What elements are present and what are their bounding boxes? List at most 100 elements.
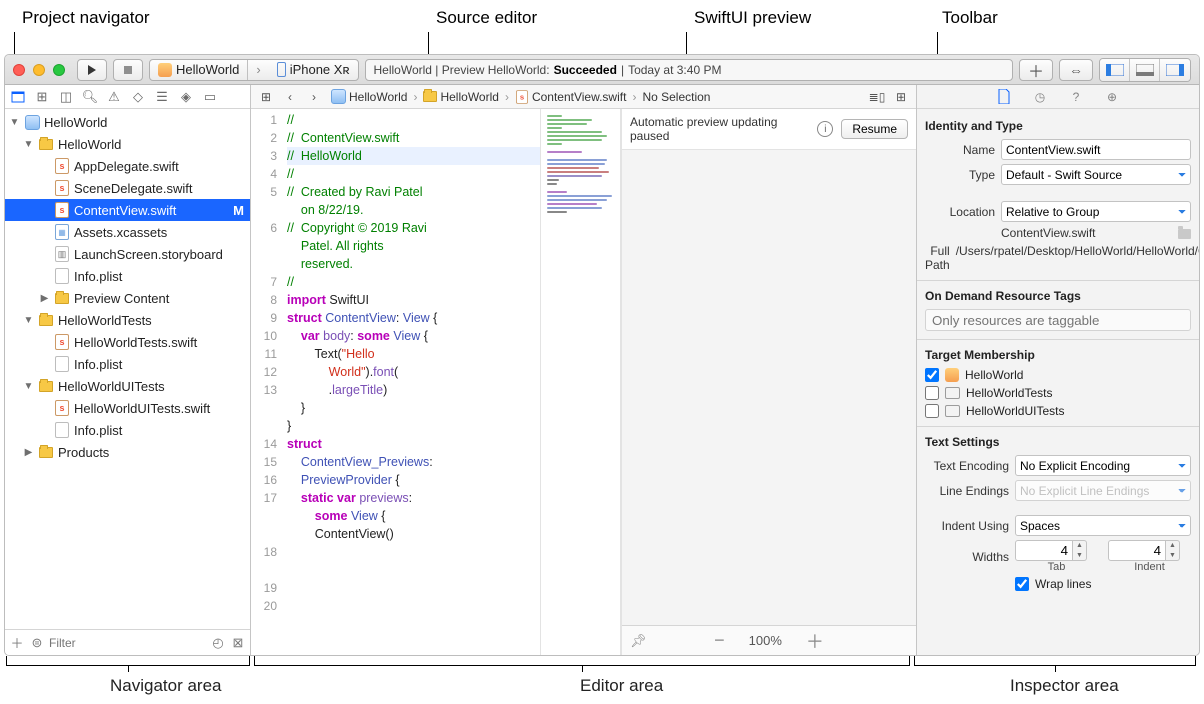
symbol-navigator-tab[interactable]: ◫ xyxy=(57,88,75,106)
zoom-level: 100% xyxy=(749,633,782,648)
file-name-field[interactable] xyxy=(1001,139,1191,160)
location-select[interactable]: Relative to Group xyxy=(1001,201,1191,222)
choose-folder-icon[interactable] xyxy=(1178,229,1191,239)
navigator-tabs: ⊞ ◫ 🔍︎ ⚠︎ ◇ ☰ ◈ ▭ xyxy=(5,85,250,109)
tree-item[interactable]: ▥LaunchScreen.storyboard xyxy=(5,243,250,265)
tree-item[interactable]: Info.plist xyxy=(5,265,250,287)
tree-group[interactable]: ▼HelloWorldTests xyxy=(5,309,250,331)
adjust-editor-icon[interactable]: ⊞ xyxy=(890,87,912,107)
code-review-button[interactable]: ⇔ xyxy=(1059,59,1093,81)
tree-item[interactable]: ▶Preview Content xyxy=(5,287,250,309)
breakpoint-navigator-tab[interactable]: ◈ xyxy=(177,88,195,106)
line-endings-select: No Explicit Line Endings xyxy=(1015,480,1191,501)
text-settings-header: Text Settings xyxy=(925,435,1191,449)
issue-navigator-tab[interactable]: ⚠︎ xyxy=(105,88,123,106)
text-encoding-select[interactable]: No Explicit Encoding xyxy=(1015,455,1191,476)
related-items-icon[interactable]: ⊞ xyxy=(255,87,277,107)
resume-button[interactable]: Resume xyxy=(841,119,908,139)
target-checkbox[interactable] xyxy=(925,386,939,400)
editor-area: ⊞ ‹ › HelloWorld› HelloWorld› ContentVie… xyxy=(251,85,917,655)
swift-file-icon xyxy=(55,400,69,416)
minimap[interactable] xyxy=(541,109,621,655)
ann-src-editor: Source editor xyxy=(436,8,537,28)
editor-options-icon[interactable]: ≣▯ xyxy=(866,87,888,107)
folder-icon xyxy=(39,139,53,150)
tree-item[interactable]: Info.plist xyxy=(5,419,250,441)
activity-status: Succeeded xyxy=(554,63,617,77)
tree-item[interactable]: Info.plist xyxy=(5,353,250,375)
forward-button[interactable]: › xyxy=(303,87,325,107)
target-row[interactable]: HelloWorldUITests xyxy=(925,404,1191,418)
library-button[interactable]: ＋ xyxy=(1019,59,1053,81)
indent-width-field[interactable] xyxy=(1108,540,1166,561)
close-window-icon[interactable] xyxy=(13,64,25,76)
help-inspector-tab[interactable]: ? xyxy=(1067,90,1085,104)
scheme-selector[interactable]: HelloWorld › iPhone Xʀ xyxy=(149,59,359,81)
zoom-in-button[interactable]: ＋ xyxy=(806,628,824,654)
tree-item[interactable]: HelloWorldUITests.swift xyxy=(5,397,250,419)
attributes-inspector-tab[interactable]: ⊕ xyxy=(1103,90,1121,104)
bundle-target-icon xyxy=(945,387,960,399)
back-button[interactable]: ‹ xyxy=(279,87,301,107)
tree-item[interactable]: ▦Assets.xcassets xyxy=(5,221,250,243)
tree-item-selected[interactable]: ContentView.swiftM xyxy=(5,199,250,221)
toggle-navigator-button[interactable] xyxy=(1100,59,1130,81)
wrap-lines-checkbox[interactable] xyxy=(1015,577,1029,591)
report-navigator-tab[interactable]: ▭ xyxy=(201,88,219,106)
full-path-text: /Users/rpatel/Desktop/HelloWorld/HelloWo… xyxy=(956,244,1199,259)
stop-button[interactable] xyxy=(113,59,143,81)
folder-icon xyxy=(39,315,53,326)
test-navigator-tab[interactable]: ◇ xyxy=(129,88,147,106)
location-file: ContentView.swift xyxy=(1001,226,1172,240)
source-editor[interactable]: 12345 6 78910111213 14151617 18 1920 ///… xyxy=(251,109,541,655)
line-number-gutter: 12345 6 78910111213 14151617 18 1920 xyxy=(251,109,283,655)
code-content[interactable]: //// ContentView.swift// HelloWorld//// … xyxy=(283,109,540,655)
target-row[interactable]: HelloWorld xyxy=(925,368,1191,382)
find-navigator-tab[interactable]: 🔍︎ xyxy=(81,88,99,106)
identity-section-header: Identity and Type xyxy=(925,119,1191,133)
tab-width-field[interactable] xyxy=(1015,540,1073,561)
source-control-tab[interactable]: ⊞ xyxy=(33,88,51,106)
debug-navigator-tab[interactable]: ☰ xyxy=(153,88,171,106)
ann-nav-area: Navigator area xyxy=(110,676,222,696)
info-icon[interactable]: i xyxy=(817,121,833,137)
ann-proj-nav: Project navigator xyxy=(22,8,150,28)
tree-item[interactable]: AppDelegate.swift xyxy=(5,155,250,177)
pin-icon[interactable]: 📌︎ xyxy=(630,633,647,649)
inspector-area: ◷ ? ⊕ Identity and Type Name TypeDefault… xyxy=(917,85,1199,655)
tree-item[interactable]: SceneDelegate.swift xyxy=(5,177,250,199)
add-icon[interactable]: ＋ xyxy=(9,633,25,652)
tree-group[interactable]: ▼HelloWorldUITests xyxy=(5,375,250,397)
storyboard-icon: ▥ xyxy=(55,246,69,262)
navigator-filter-input[interactable] xyxy=(49,636,206,650)
activity-viewer: HelloWorld | Preview HelloWorld: Succeed… xyxy=(365,59,1014,81)
clock-icon[interactable]: ◴ xyxy=(210,635,226,651)
history-inspector-tab[interactable]: ◷ xyxy=(1031,90,1049,104)
minimize-window-icon[interactable] xyxy=(33,64,45,76)
scheme-app: HelloWorld xyxy=(176,62,239,77)
tree-item[interactable]: HelloWorldTests.swift xyxy=(5,331,250,353)
project-tree[interactable]: ▼HelloWorld▼HelloWorldAppDelegate.swiftS… xyxy=(5,109,250,629)
target-row[interactable]: HelloWorldTests xyxy=(925,386,1191,400)
activity-prefix: HelloWorld | Preview HelloWorld: xyxy=(374,63,550,77)
zoom-out-button[interactable]: − xyxy=(714,630,725,651)
preview-canvas[interactable] xyxy=(622,150,916,625)
target-checkbox[interactable] xyxy=(925,404,939,418)
swift-file-icon xyxy=(55,158,69,174)
target-checkbox[interactable] xyxy=(925,368,939,382)
tree-group[interactable]: ▶Products xyxy=(5,441,250,463)
file-type-select[interactable]: Default - Swift Source xyxy=(1001,164,1191,185)
tree-group[interactable]: ▼HelloWorld xyxy=(5,133,250,155)
toggle-debug-button[interactable] xyxy=(1130,59,1160,81)
toggle-inspector-button[interactable] xyxy=(1160,59,1190,81)
file-inspector-tab[interactable] xyxy=(995,89,1013,104)
run-button[interactable] xyxy=(77,59,107,81)
project-navigator-tab[interactable] xyxy=(9,88,27,106)
zoom-window-icon[interactable] xyxy=(53,64,65,76)
plist-icon xyxy=(55,356,69,372)
window-traffic-lights[interactable] xyxy=(13,64,65,76)
jump-bar[interactable]: ⊞ ‹ › HelloWorld› HelloWorld› ContentVie… xyxy=(251,85,916,109)
indent-using-select[interactable]: Spaces xyxy=(1015,515,1191,536)
tree-project-root[interactable]: ▼HelloWorld xyxy=(5,111,250,133)
scm-filter-icon[interactable]: ⊠ xyxy=(230,635,246,651)
